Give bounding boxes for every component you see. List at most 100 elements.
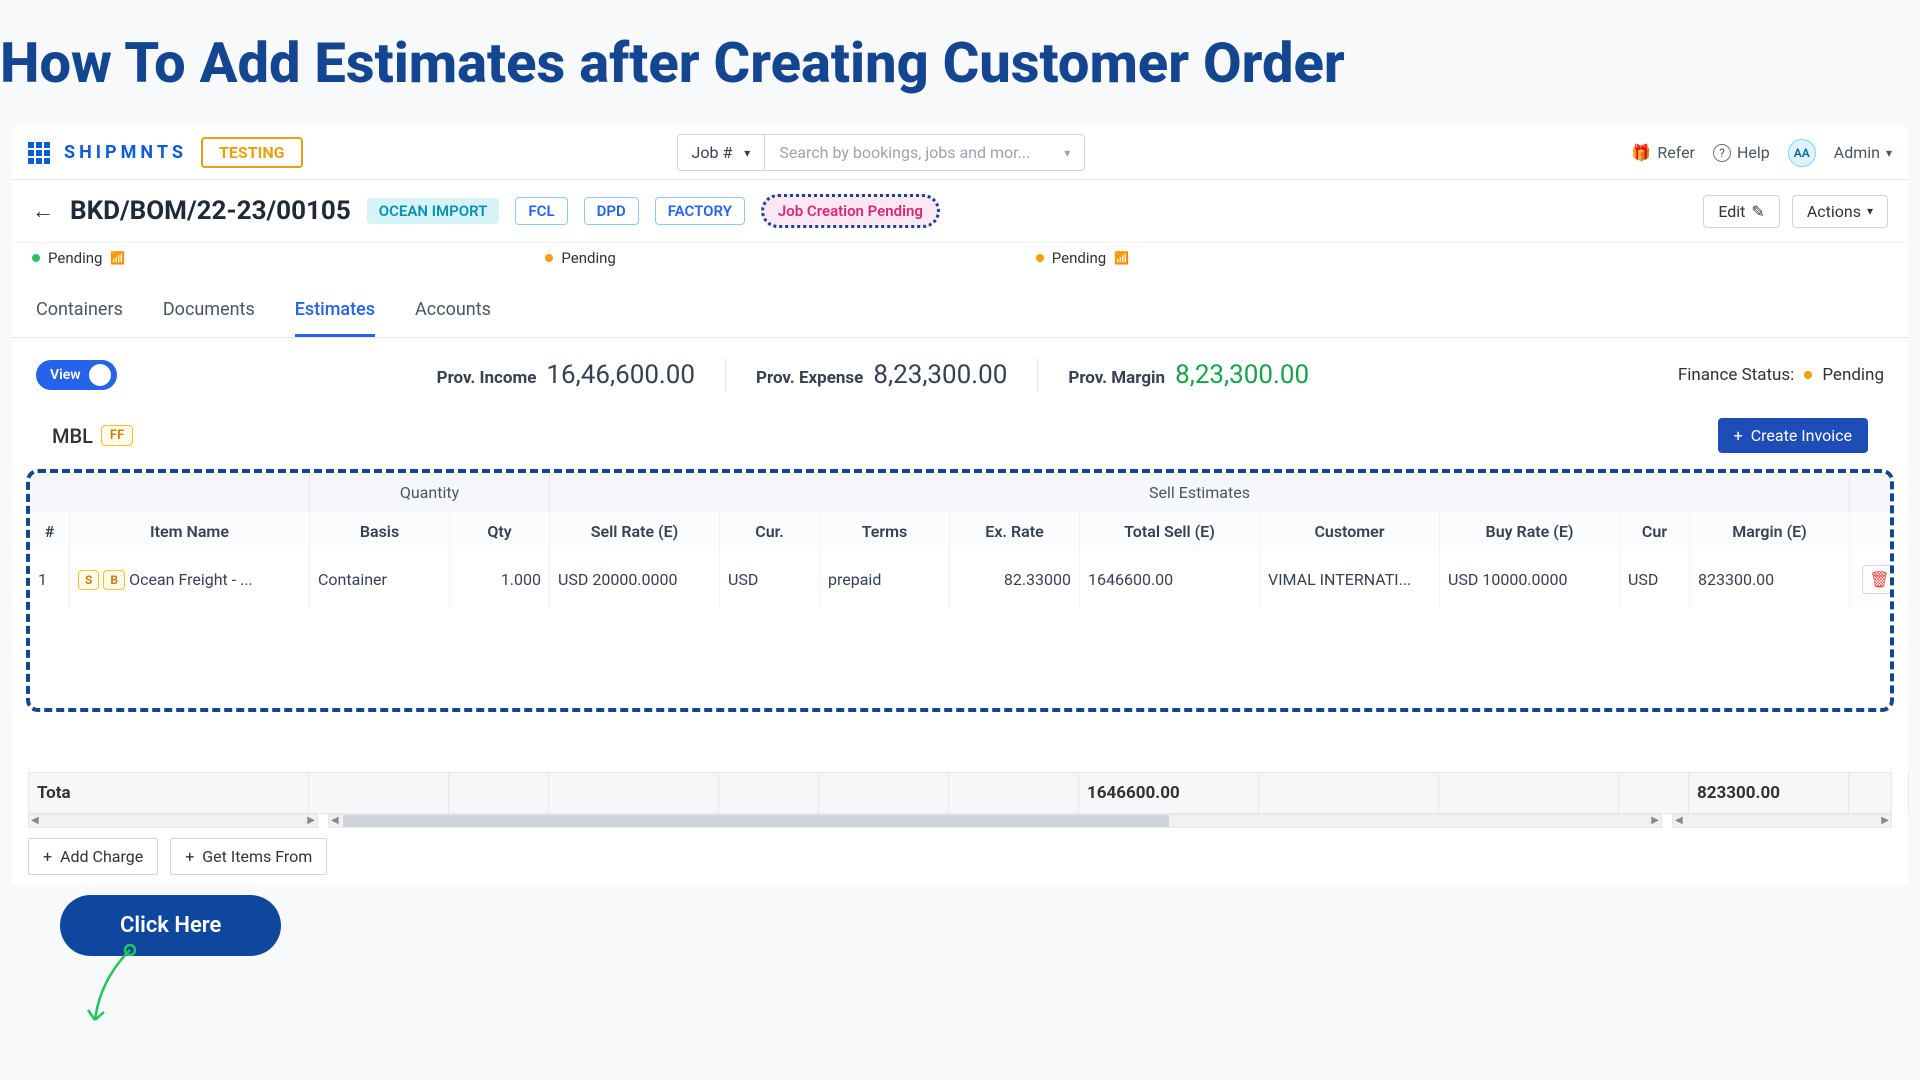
status-dot-icon xyxy=(1036,254,1044,262)
get-items-from-button[interactable]: +Get Items From xyxy=(170,838,327,875)
horizontal-scrollbars: ◀▶ ◀▶ ◀▶ xyxy=(28,814,1892,828)
create-invoice-label: Create Invoice xyxy=(1751,426,1852,445)
status-dot-icon xyxy=(545,254,553,262)
toggle-knob-icon xyxy=(89,364,111,386)
chip-job-creation-pending: Job Creation Pending xyxy=(761,194,940,228)
view-label: View xyxy=(50,367,81,383)
actions-button[interactable]: Actions▾ xyxy=(1792,195,1888,228)
hscroll-3[interactable]: ◀▶ xyxy=(1672,814,1892,828)
help-label: Help xyxy=(1737,143,1770,162)
order-id: BKD/BOM/22-23/00105 xyxy=(70,196,351,226)
cell-customer: VIMAL INTERNATI... xyxy=(1260,551,1440,608)
status-text: Pending xyxy=(561,249,615,267)
hscroll-1[interactable]: ◀▶ xyxy=(28,814,318,828)
col-terms: Terms xyxy=(820,512,950,551)
admin-menu[interactable]: Admin▾ xyxy=(1834,143,1892,162)
arrow-annotation-icon xyxy=(80,940,160,1040)
total-label: Tota xyxy=(29,773,309,813)
col-sell-rate: Sell Rate (E) xyxy=(550,512,720,551)
gift-icon: 🎁 xyxy=(1631,143,1651,162)
summary-row: View Prov. Income16,46,600.00 Prov. Expe… xyxy=(12,338,1908,412)
create-invoice-button[interactable]: + Create Invoice xyxy=(1718,418,1868,453)
metric-value: 16,46,600.00 xyxy=(546,360,695,390)
edit-button[interactable]: Edit ✎ xyxy=(1703,195,1780,228)
testing-badge: TESTING xyxy=(201,137,303,168)
plus-icon: + xyxy=(43,847,52,866)
status-item-2: Pending xyxy=(545,249,615,267)
apps-grid-icon[interactable] xyxy=(28,142,50,164)
status-item-1: Pending📶 xyxy=(32,249,125,267)
global-search-input[interactable]: Search by bookings, jobs and mor...▾ xyxy=(765,134,1085,171)
view-toggle[interactable]: View xyxy=(36,360,117,390)
tab-containers[interactable]: Containers xyxy=(36,285,123,337)
status-row: Pending📶 Pending Pending📶 xyxy=(12,243,1908,285)
metric-label: Prov. Margin xyxy=(1068,368,1165,388)
hscroll-2[interactable]: ◀▶ xyxy=(328,814,1662,828)
item-name-text: Ocean Freight - ... xyxy=(129,570,253,589)
finance-status-value: Pending xyxy=(1822,365,1884,385)
edit-icon: ✎ xyxy=(1751,202,1764,221)
mbl-label: MBL xyxy=(52,424,93,448)
trash-icon[interactable]: 🗑 xyxy=(1862,565,1894,594)
cell-num: 1 xyxy=(30,551,70,608)
total-sell-value: 1646600.00 xyxy=(1079,773,1259,813)
refer-link[interactable]: 🎁 Refer xyxy=(1631,143,1695,162)
table-group-header: Quantity Sell Estimates xyxy=(30,473,1890,512)
tab-documents[interactable]: Documents xyxy=(163,285,255,337)
col-ex-rate: Ex. Rate xyxy=(950,512,1080,551)
group-quantity: Quantity xyxy=(310,473,550,512)
cell-item: SBOcean Freight - ... xyxy=(70,551,310,608)
search-placeholder: Search by bookings, jobs and mor... xyxy=(779,143,1030,162)
plus-icon: + xyxy=(185,847,194,866)
status-item-3: Pending 📶 xyxy=(1036,249,1129,267)
finance-status: Finance Status:Pending xyxy=(1678,365,1884,385)
user-avatar[interactable]: AA xyxy=(1788,139,1816,167)
cell-delete: 🗑 xyxy=(1850,551,1894,608)
tab-estimates[interactable]: Estimates xyxy=(295,285,375,337)
col-currency-2: Cur xyxy=(1620,512,1690,551)
prov-margin: Prov. Margin 8,23,300.00 xyxy=(1068,360,1309,390)
ff-badge: FF xyxy=(101,425,133,446)
metric-label: Prov. Expense xyxy=(756,368,863,388)
topbar: SHIPMNTS TESTING Job # ▾ Search by bookin… xyxy=(12,126,1908,180)
metric-value: 8,23,300.00 xyxy=(1175,360,1309,390)
col-customer: Customer xyxy=(1260,512,1440,551)
status-text: Pending xyxy=(1052,249,1106,267)
cell-currency: USD xyxy=(720,551,820,608)
help-icon: ? xyxy=(1713,144,1731,162)
brand-logo: SHIPMNTS xyxy=(64,142,187,163)
broadcast-icon: 📶 xyxy=(1114,251,1129,265)
job-select-label: Job # xyxy=(692,143,733,162)
app-frame: SHIPMNTS TESTING Job # ▾ Search by bookin… xyxy=(12,126,1908,885)
cell-margin: 823300.00 xyxy=(1690,551,1850,608)
status-dot-icon xyxy=(1804,371,1812,379)
chip-factory: FACTORY xyxy=(655,197,745,225)
chip-ocean-import: OCEAN IMPORT xyxy=(367,198,500,224)
status-dot-icon xyxy=(32,254,40,262)
actions-label: Actions xyxy=(1807,202,1861,221)
refer-label: Refer xyxy=(1657,143,1695,162)
col-num: # xyxy=(30,512,70,551)
cell-buy-rate: USD 10000.0000 xyxy=(1440,551,1620,608)
job-type-select[interactable]: Job # ▾ xyxy=(677,134,766,171)
cell-sell-rate: USD 20000.0000 xyxy=(550,551,720,608)
edit-label: Edit xyxy=(1718,202,1745,221)
plus-icon: + xyxy=(1734,426,1743,445)
order-header: ← BKD/BOM/22-23/00105 OCEAN IMPORT FCL D… xyxy=(12,180,1908,243)
help-link[interactable]: ? Help xyxy=(1713,143,1770,162)
cell-terms: prepaid xyxy=(820,551,950,608)
group-sell-estimates: Sell Estimates xyxy=(550,473,1850,512)
add-charge-button[interactable]: +Add Charge xyxy=(28,838,158,875)
tab-accounts[interactable]: Accounts xyxy=(415,285,491,337)
b-badge: B xyxy=(103,570,125,590)
table-row: 1 SBOcean Freight - ... Container 1.000 … xyxy=(30,551,1890,608)
total-margin-value: 823300.00 xyxy=(1689,773,1849,813)
col-qty: Qty xyxy=(450,512,550,551)
col-buy-rate: Buy Rate (E) xyxy=(1440,512,1620,551)
divider xyxy=(1037,358,1038,392)
chevron-down-icon: ▾ xyxy=(744,146,750,160)
cell-total-sell: 1646600.00 xyxy=(1080,551,1260,608)
chip-fcl: FCL xyxy=(515,197,567,225)
back-arrow-icon[interactable]: ← xyxy=(32,198,54,224)
divider xyxy=(725,358,726,392)
